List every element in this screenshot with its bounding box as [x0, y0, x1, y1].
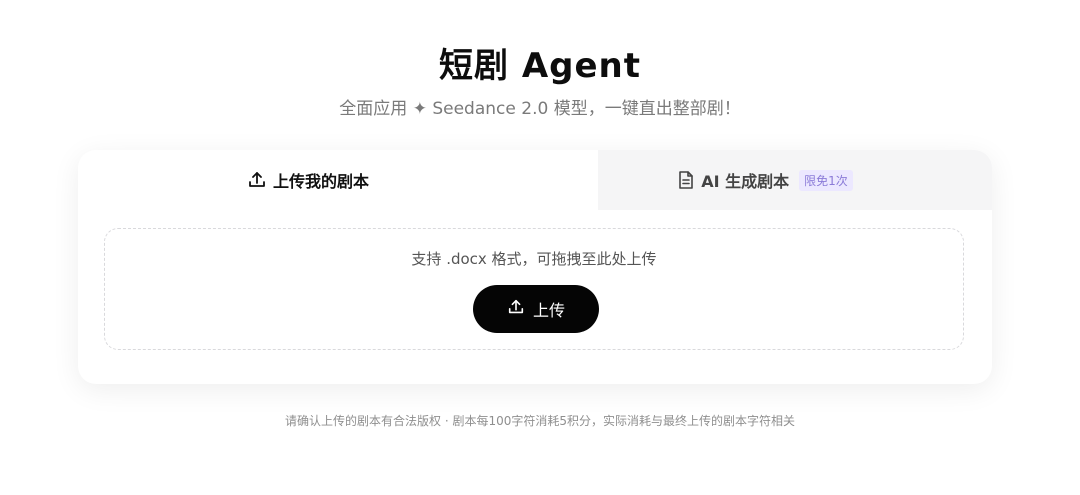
page: 短剧 Agent 全面应用 ✦ Seedance 2.0 模型，一键直出整部剧！…: [0, 0, 1080, 495]
upload-button-label: 上传: [532, 301, 565, 320]
free-trial-badge: 限免1次: [799, 169, 853, 191]
document-icon: [677, 170, 695, 190]
page-title: 短剧 Agent: [438, 46, 641, 86]
tab-ai-generate-script[interactable]: AI 生成剧本 限免1次: [538, 150, 992, 210]
page-subtitle: 全面应用 ✦ Seedance 2.0 模型，一键直出整部剧！: [339, 99, 741, 119]
tab-upload-script[interactable]: 上传我的剧本: [78, 150, 538, 210]
upload-icon: [507, 298, 525, 320]
script-card: 上传我的剧本 AI 生成剧本 限免1次 支持 .docx 格式，可拖拽至此处上传: [78, 150, 992, 384]
tab-upload-label: 上传我的剧本: [272, 172, 369, 191]
copyright-notice: 请确认上传的剧本有合法版权 · 剧本每100字符消耗5积分，实际消耗与最终上传的…: [285, 414, 795, 428]
upload-button[interactable]: 上传: [473, 285, 599, 333]
file-dropzone[interactable]: 支持 .docx 格式，可拖拽至此处上传 上传: [104, 228, 964, 350]
upload-icon: [247, 170, 267, 190]
tab-ai-label: AI 生成剧本: [701, 172, 790, 191]
dropzone-hint: 支持 .docx 格式，可拖拽至此处上传: [411, 250, 657, 268]
